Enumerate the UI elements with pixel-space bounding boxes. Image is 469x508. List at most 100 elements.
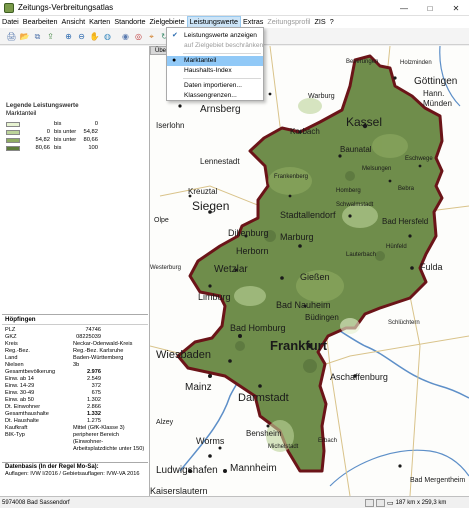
locate-icon[interactable]: ◉ (120, 31, 131, 42)
status-button[interactable] (365, 498, 374, 507)
map-label: Siegen (192, 199, 229, 213)
open-icon[interactable]: 📂 (19, 31, 30, 42)
maximize-button[interactable]: □ (417, 0, 443, 16)
map-label: Korbach (290, 127, 320, 136)
status-button[interactable] (376, 498, 385, 507)
menu-standorte[interactable]: Standorte (112, 16, 147, 28)
map-label: Melsungen (362, 166, 391, 172)
map-label: Olpe (154, 217, 169, 224)
legend-to: 80,66 (83, 137, 98, 143)
map-label: Bad Mergentheim (410, 477, 465, 484)
map-label: Bad Nauheim (276, 300, 331, 310)
info-key: GKZ (5, 334, 17, 340)
menu-item-auf-zielgebiet[interactable]: auf Zielgebiet beschränken (167, 41, 263, 51)
legend-row: bis 0 (6, 120, 146, 128)
leistungswerte-menu: ✔ Leistungswerte anzeigen auf Zielgebiet… (166, 27, 264, 101)
map-label: Baunatal (340, 145, 372, 154)
info-value: peripherer Bereich (Einwohner-Arbeitspla… (73, 432, 145, 452)
map-label: Mannheim (230, 463, 277, 474)
info-row: BIK-Typ peripherer Bereich (Einwohner-Arb… (2, 432, 148, 453)
zoom-out-icon[interactable]: ⊖ (76, 31, 87, 42)
map-label: Alzey (156, 419, 174, 426)
info-row: Gesamtbevölkerung 2.976 (2, 369, 148, 376)
menu-zeitungsprofil[interactable]: Zeitungsprofil (265, 16, 312, 28)
map-view[interactable]: Göttingen Hann. Münden Kassel Korbach Ba… (150, 46, 469, 496)
checkmark-icon: ✔ (172, 32, 178, 39)
legend-row: 0 bis unter 54,82 (6, 128, 146, 136)
map-label: Büdingen (305, 313, 339, 322)
info-key: Gesamthaushalte (5, 411, 49, 417)
info-key: Einw. 14-29 (5, 383, 35, 389)
menu-item-leistungswerte-anzeigen[interactable]: ✔ Leistungswerte anzeigen (167, 31, 263, 41)
legend-panel: Legende Leistungswerte Marktanteil bis 0 0… (6, 102, 146, 152)
map-label: Worms (196, 436, 225, 446)
info-key: Dt. Einwohner (5, 404, 41, 410)
print-icon[interactable]: 🖨 (6, 31, 17, 42)
map-label: Frankfurt (270, 338, 328, 353)
menu-item-haushalts-index[interactable]: Haushalts-Index (167, 66, 263, 76)
copy-icon[interactable]: ⧉ (32, 31, 43, 42)
menu-item-daten-importieren[interactable]: Daten importieren... (167, 81, 263, 91)
legend-from: 80,66 (35, 145, 50, 151)
datenbasis-title: Datenbasis (In der Regel Mo-Sa): (5, 464, 99, 470)
legend-swatch (6, 121, 20, 127)
map-label: Dillenburg (228, 228, 269, 238)
map-label: Iserlohn (156, 121, 184, 130)
menu-item-marktanteil[interactable]: ● Marktanteil (167, 56, 263, 66)
menu-ansicht[interactable]: Ansicht (60, 16, 88, 28)
status-scale: 187 km x 259,3 km (395, 499, 447, 506)
map-label: Kaiserslautern (150, 486, 208, 496)
map-label: Bad Hersfeld (382, 217, 428, 226)
map-label: Frankenberg (274, 174, 308, 180)
export-icon[interactable]: ⇪ (45, 31, 56, 42)
map-label: Kreuztal (188, 187, 218, 196)
menu-item-klassengrenzen[interactable]: Klassengrenzen... (167, 91, 263, 101)
legend-row: 80,66 bis 100 (6, 144, 146, 152)
ruler-icon: ▭ (387, 499, 394, 507)
legend-to: 54,82 (83, 129, 98, 135)
map-label: Stadtallendorf (280, 210, 336, 220)
radio-dot-icon: ● (172, 57, 177, 64)
menu-karten[interactable]: Karten (87, 16, 112, 28)
map-label: Michelstadt (268, 444, 299, 450)
info-row: Reg.-Bez. Reg.-Bez. Karlsruhe (2, 348, 148, 355)
info-row: Land Baden-Württemberg (2, 355, 148, 362)
datenbasis-text: Auflagen: IVW I/2016 / Gebietsauflagen: … (5, 471, 140, 477)
map-label: Bebra (398, 186, 415, 192)
info-value: Baden-Württemberg (73, 355, 124, 361)
zoom-in-icon[interactable]: ⊕ (63, 31, 74, 42)
map-label: Ludwigshafen (156, 465, 218, 476)
window-title: Zeitungs-Verbreitungsatlas (18, 3, 114, 12)
minimize-button[interactable]: — (391, 0, 417, 16)
search-globe-icon[interactable]: ◍ (102, 31, 113, 42)
close-button[interactable]: ✕ (443, 0, 469, 16)
info-value: 08225039 (76, 334, 101, 340)
info-row: GKZ 08225039 (2, 334, 148, 341)
info-key: BIK-Typ (5, 432, 25, 438)
marker-icon[interactable]: ⌖ (146, 31, 157, 42)
target-icon[interactable]: ◎ (133, 31, 144, 42)
info-row: Dt. Einwohner 2.866 (2, 404, 148, 411)
info-key: PLZ (5, 327, 16, 333)
info-row: Kreis Neckar-Odenwald-Kreis (2, 341, 148, 348)
info-key: Einw. ab 50 (5, 397, 34, 403)
pan-hand-icon[interactable]: ✋ (89, 31, 100, 42)
menu--[interactable]: ? (328, 16, 336, 28)
info-row: PLZ 74746 (2, 327, 148, 334)
status-location: 5974008 Bad Sassendorf (2, 499, 70, 506)
title-bar: Zeitungs-Verbreitungsatlas — □ ✕ (0, 0, 469, 16)
info-box: Höpfingen PLZ 74746 GKZ 08225039 Kreis Neckar… (2, 314, 148, 454)
menu-datei[interactable]: Datei (0, 16, 21, 28)
info-value: 675 (91, 390, 101, 396)
map-label: Wiesbaden (156, 349, 211, 361)
map-label: Kassel (346, 115, 382, 129)
legend-op: bis (54, 145, 62, 151)
map-label: Münden (423, 99, 452, 108)
map-label: Holzminden (400, 60, 432, 66)
left-panel: Legende Leistungswerte Marktanteil bis 0 0… (0, 46, 150, 496)
legend-row: 54,82 bis unter 80,66 (6, 136, 146, 144)
map-label: Erbach (318, 438, 337, 444)
menu-bearbeiten[interactable]: Bearbeiten (21, 16, 60, 28)
menu-zis[interactable]: ZIS (313, 16, 328, 28)
datenbasis-box: Datenbasis (In der Regel Mo-Sa): Auflage… (2, 462, 148, 479)
